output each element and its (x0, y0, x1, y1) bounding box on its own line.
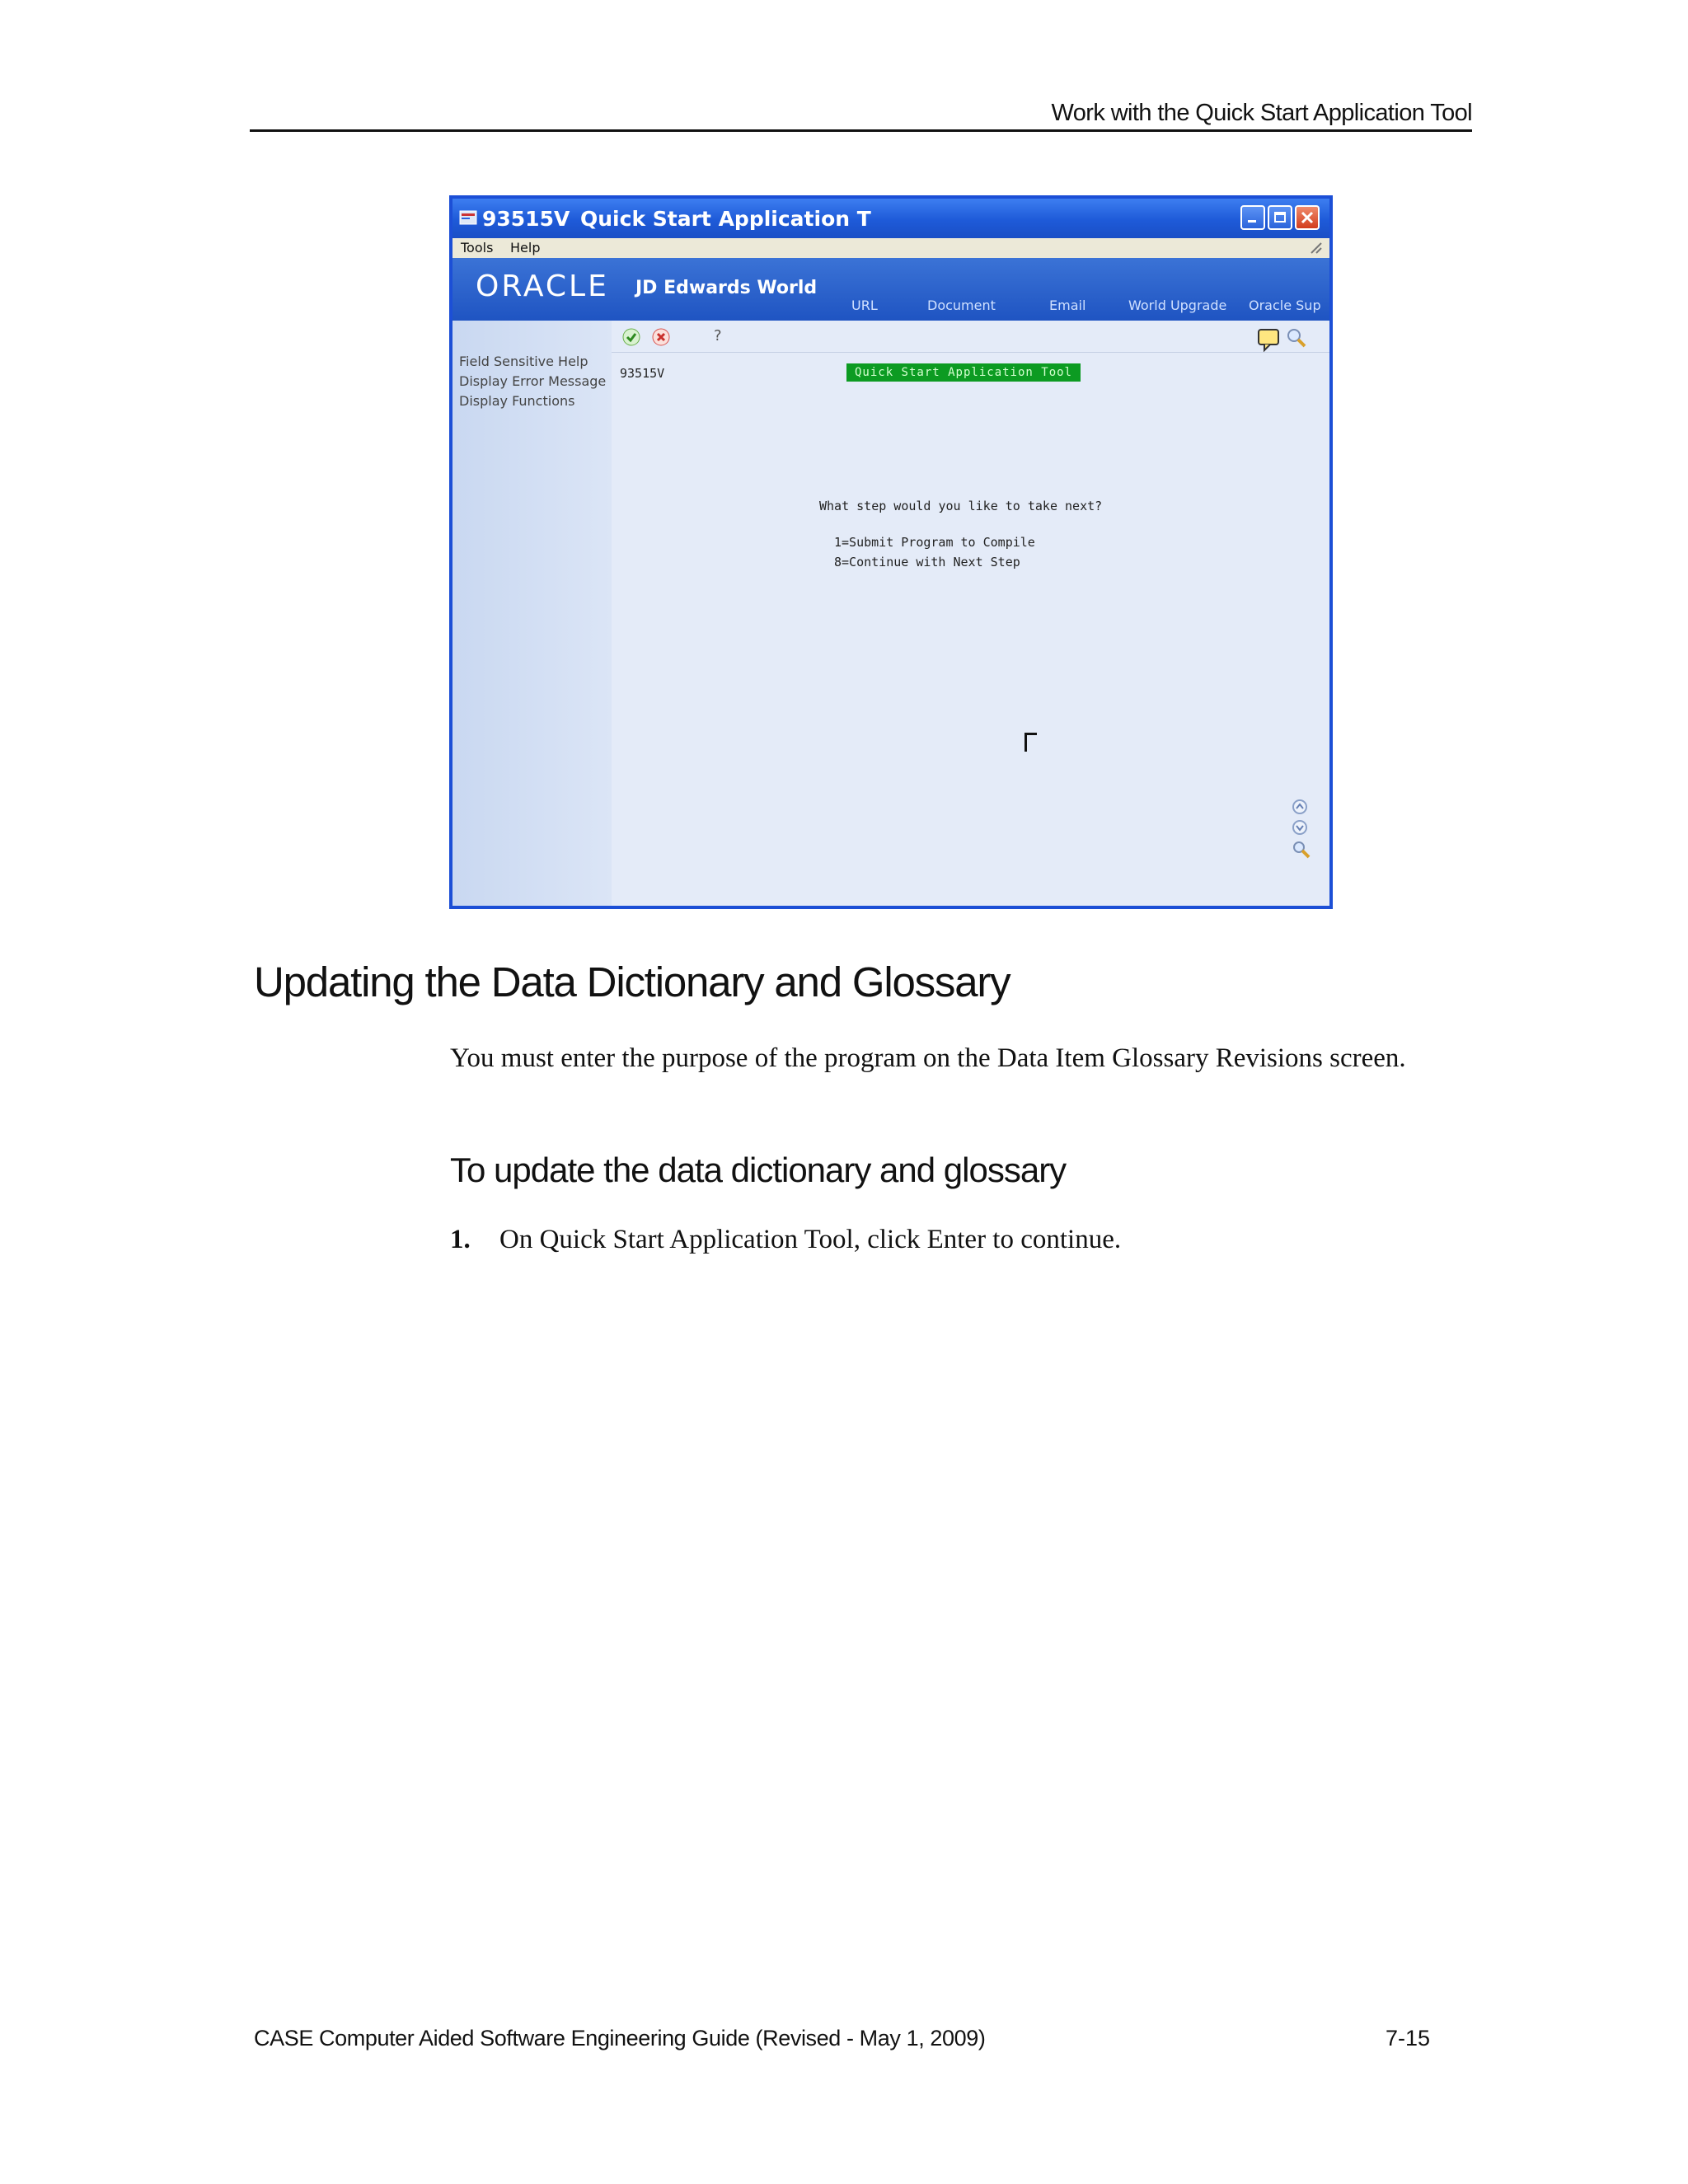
page-number: 7-15 (1385, 2026, 1430, 2050)
option-compile: 1=Submit Program to Compile (834, 535, 1035, 550)
side-link-field-help[interactable]: Field Sensitive Help (459, 354, 588, 369)
scroll-up-icon[interactable] (1292, 799, 1308, 819)
nav-link-document[interactable]: Document (927, 298, 996, 313)
nav-link-email[interactable]: Email (1049, 298, 1085, 313)
minimize-button[interactable] (1240, 205, 1265, 230)
check-icon[interactable] (621, 327, 641, 351)
maximize-button[interactable] (1268, 205, 1292, 230)
close-icon (1301, 211, 1314, 224)
cursor-marker (1025, 733, 1037, 752)
side-link-display-functions[interactable]: Display Functions (459, 393, 574, 409)
footer-title: CASE Computer Aided Software Engineering… (254, 2026, 986, 2050)
app-icon (459, 210, 477, 225)
window-titlebar: 93515V Quick Start Application T (452, 199, 1329, 238)
window-title: Quick Start Application T (580, 207, 871, 231)
section-heading: Updating the Data Dictionary and Glossar… (254, 958, 1011, 1005)
option-continue: 8=Continue with Next Step (834, 555, 1020, 569)
minimize-icon (1248, 220, 1256, 223)
procedure-heading: To update the data dictionary and glossa… (450, 1151, 1067, 1189)
scroll-down-icon[interactable] (1292, 819, 1308, 840)
toolbar-divider (612, 352, 1329, 353)
zoom-icon[interactable] (1292, 840, 1311, 864)
nav-link-url[interactable]: URL (851, 298, 878, 313)
side-link-error-message[interactable]: Display Error Message (459, 373, 606, 389)
product-name: JD Edwards World (635, 278, 818, 298)
nav-link-world-upgrade[interactable]: World Upgrade (1128, 298, 1226, 313)
screen-title-badge: Quick Start Application Tool (846, 363, 1081, 382)
search-icon[interactable] (1286, 327, 1307, 353)
nav-link-oracle-support[interactable]: Oracle Sup (1249, 298, 1321, 313)
brand-banner: ORACLE JD Edwards World URL Document Ema… (452, 258, 1329, 321)
menu-tools[interactable]: Tools (461, 240, 493, 255)
close-button[interactable] (1295, 205, 1320, 230)
step-item: 1. On Quick Start Application Tool, click… (450, 1225, 1121, 1255)
form-area: ? 93515V Quick Start Application Tool Wh… (612, 321, 1329, 906)
oracle-logo: ORACLE (476, 269, 609, 303)
resize-grip-icon (1311, 242, 1322, 254)
intro-paragraph: You must enter the purpose of the progra… (450, 1043, 1406, 1073)
running-header: Work with the Quick Start Application To… (250, 97, 1473, 132)
cancel-icon[interactable] (651, 327, 671, 351)
help-icon[interactable]: ? (714, 327, 722, 344)
step-text: On Quick Start Application Tool, click E… (499, 1225, 1122, 1254)
maximize-icon (1274, 212, 1286, 223)
program-id: 93515V (620, 366, 665, 381)
menu-help[interactable]: Help (510, 240, 540, 255)
window-code: 93515V (482, 207, 570, 231)
side-panel: Field Sensitive Help Display Error Messa… (452, 321, 612, 906)
step-prompt: What step would you like to take next? (819, 499, 1103, 513)
application-window: 93515V Quick Start Application T Tools H… (449, 195, 1333, 909)
menu-bar: Tools Help (452, 238, 1329, 258)
step-number: 1. (450, 1225, 471, 1254)
